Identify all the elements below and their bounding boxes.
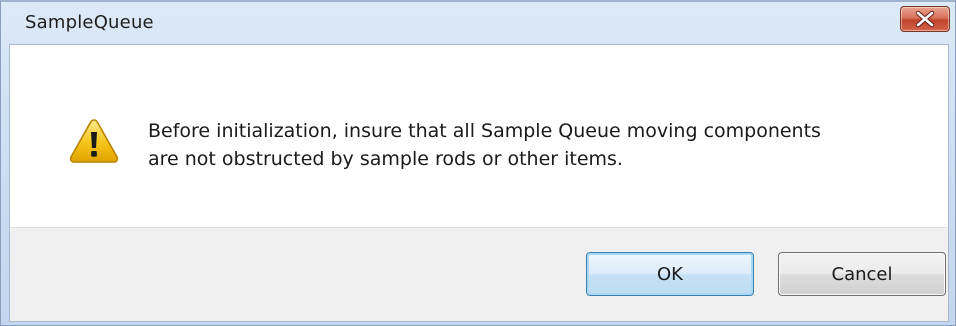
message-line-1: Before initialization, insure that all S… — [148, 120, 821, 142]
warning-icon — [69, 119, 119, 163]
message-line-2: are not obstructed by sample rods or oth… — [148, 148, 623, 170]
message-text: Before initialization, insure that all S… — [148, 117, 908, 173]
close-button[interactable] — [900, 6, 950, 32]
message-dialog: SampleQueue Before initialization, insur… — [0, 0, 956, 326]
message-area: Before initialization, insure that all S… — [10, 45, 948, 227]
button-row: OK Cancel — [10, 227, 948, 321]
close-icon — [915, 10, 935, 28]
cancel-button[interactable]: Cancel — [778, 252, 946, 296]
ok-button[interactable]: OK — [586, 252, 754, 296]
dialog-client-area: Before initialization, insure that all S… — [9, 44, 949, 322]
title-bar[interactable]: SampleQueue — [1, 2, 955, 44]
window-title: SampleQueue — [25, 12, 154, 33]
